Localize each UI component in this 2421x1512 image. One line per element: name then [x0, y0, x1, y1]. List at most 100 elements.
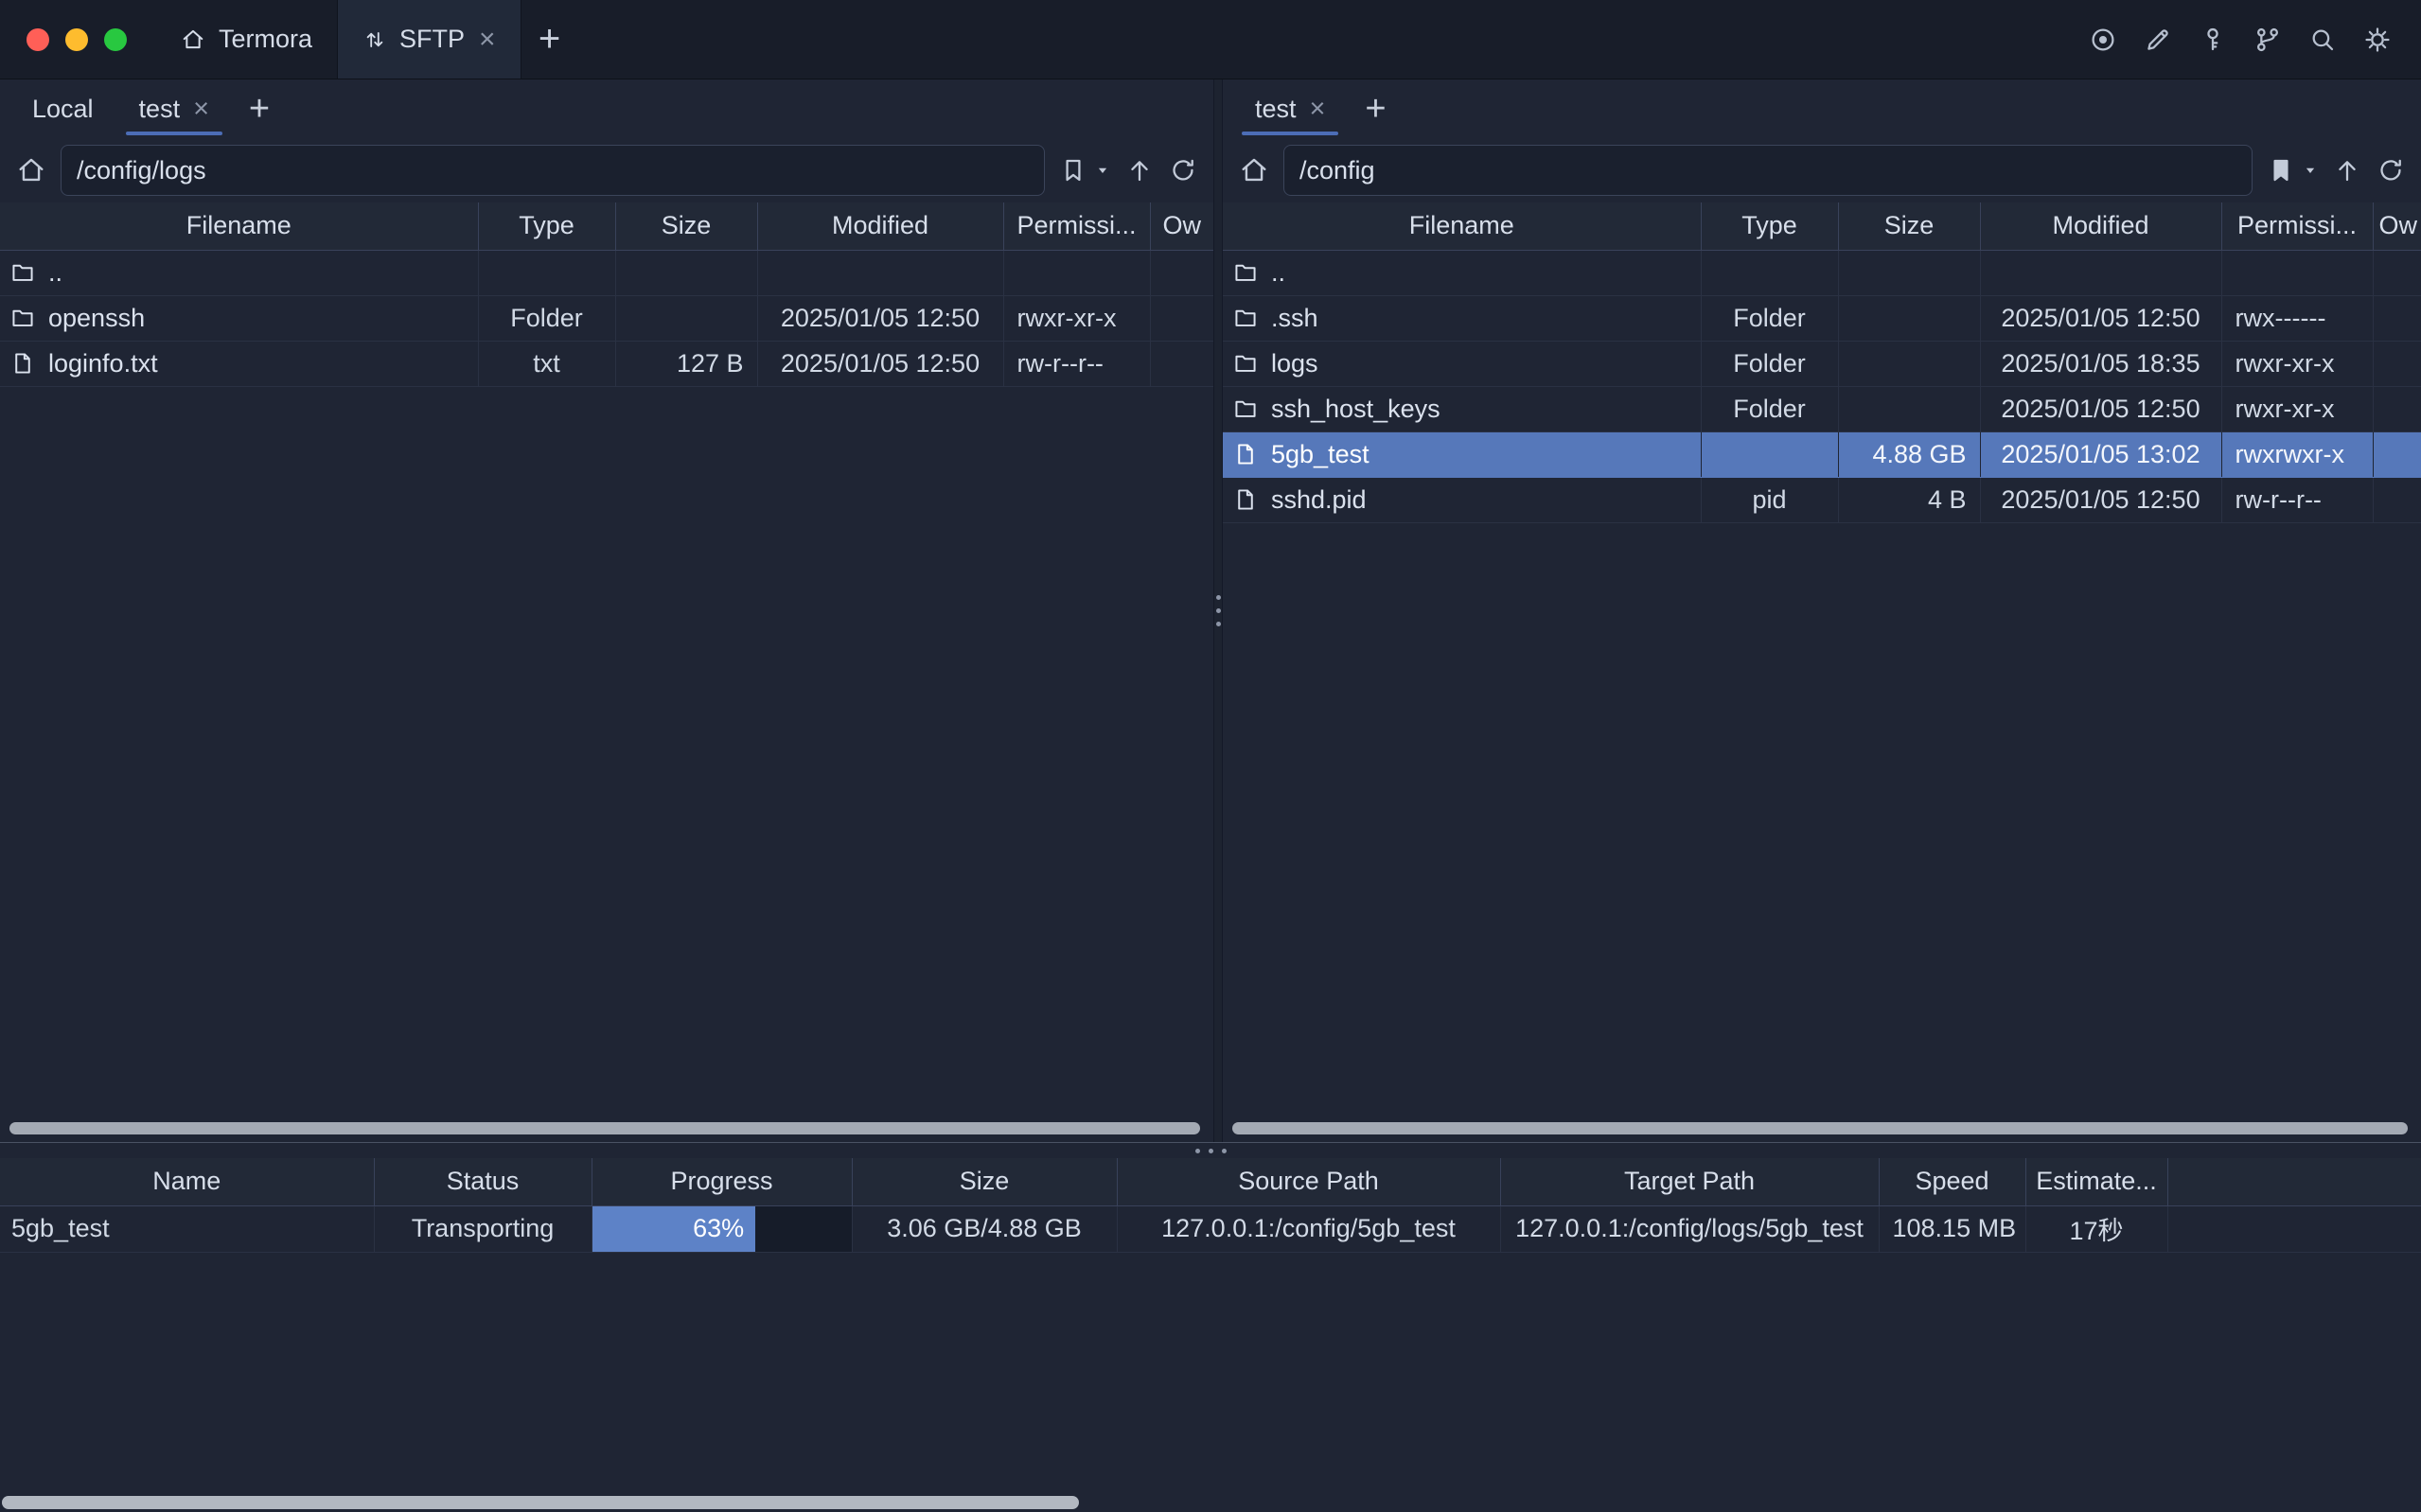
home-icon — [15, 154, 47, 186]
file-owner — [2373, 386, 2421, 431]
tab-termora-label: Termora — [219, 25, 312, 54]
column-header[interactable] — [2167, 1158, 2421, 1205]
tab-sftp[interactable]: SFTP × — [337, 0, 521, 79]
column-header[interactable]: Permissi... — [2221, 202, 2373, 250]
tab-test-left[interactable]: test × — [116, 79, 232, 138]
column-header[interactable]: Type — [1701, 202, 1838, 250]
folder-icon — [9, 305, 36, 331]
horizontal-scrollbar[interactable] — [9, 1122, 1200, 1134]
file-row[interactable]: loginfo.txt txt 127 B 2025/01/05 12:50 r… — [0, 341, 1213, 386]
column-header[interactable]: Filename — [1223, 202, 1701, 250]
column-header[interactable]: Status — [374, 1158, 592, 1205]
transfer-row[interactable]: 5gb_test Transporting 63% 3.06 GB/4.88 G… — [0, 1205, 2421, 1252]
column-header[interactable]: Ow — [2373, 202, 2421, 250]
home-button[interactable] — [15, 154, 47, 186]
bookmark-button[interactable] — [1058, 155, 1088, 185]
file-row[interactable]: .. — [0, 250, 1213, 295]
file-modified: 2025/01/05 12:50 — [757, 341, 1003, 386]
search-icon[interactable] — [2306, 23, 2340, 57]
edit-icon[interactable] — [2141, 23, 2175, 57]
column-header[interactable]: Permissi... — [1003, 202, 1150, 250]
filename: .ssh — [1271, 304, 1318, 333]
file-permissions: rwx------ — [2221, 295, 2373, 341]
add-tab-button[interactable]: + — [1348, 79, 1403, 138]
file-owner — [1150, 295, 1213, 341]
file-row[interactable]: .. — [1223, 250, 2421, 295]
filename: .. — [48, 258, 62, 288]
settings-icon[interactable] — [2360, 23, 2394, 57]
column-header[interactable]: Target Path — [1500, 1158, 1879, 1205]
column-header[interactable]: Estimate... — [2025, 1158, 2167, 1205]
column-header[interactable]: Speed — [1879, 1158, 2025, 1205]
bookmark-dropdown-button[interactable] — [2302, 162, 2319, 179]
column-header[interactable]: Type — [478, 202, 615, 250]
refresh-icon — [1168, 155, 1198, 185]
file-row[interactable]: .ssh Folder 2025/01/05 12:50 rwx------ — [1223, 295, 2421, 341]
close-icon[interactable]: × — [193, 94, 209, 125]
tab-termora[interactable]: Termora — [155, 0, 337, 79]
file-modified: 2025/01/05 18:35 — [1980, 341, 2221, 386]
path-input[interactable] — [61, 145, 1045, 196]
column-header[interactable]: Size — [1838, 202, 1980, 250]
column-header[interactable]: Ow — [1150, 202, 1213, 250]
add-tab-button[interactable]: + — [232, 79, 287, 138]
grip-dot — [1222, 1149, 1227, 1153]
chevron-down-icon — [2302, 162, 2319, 179]
file-owner — [2373, 431, 2421, 477]
file-row[interactable]: sshd.pid pid 4 B 2025/01/05 12:50 rw-r--… — [1223, 477, 2421, 522]
file-row[interactable]: logs Folder 2025/01/05 18:35 rwxr-xr-x — [1223, 341, 2421, 386]
zoom-window-button[interactable] — [104, 28, 127, 51]
file-row[interactable]: 5gb_test 4.88 GB 2025/01/05 13:02 rwxrwx… — [1223, 431, 2421, 477]
column-header[interactable]: Modified — [1980, 202, 2221, 250]
key-icon[interactable] — [2196, 23, 2230, 57]
transfer-filler-cell — [2167, 1205, 2421, 1252]
filename: logs — [1271, 349, 1318, 378]
left-file-pane: Local test × + — [0, 79, 1213, 1142]
horizontal-splitter[interactable] — [0, 1143, 2421, 1158]
bookmark-button[interactable] — [2266, 155, 2296, 185]
transfer-arrows-icon — [362, 27, 387, 52]
horizontal-scrollbar[interactable] — [2, 1496, 1079, 1509]
refresh-button[interactable] — [2376, 155, 2406, 185]
column-header[interactable]: Filename — [0, 202, 478, 250]
transfer-source-path: 127.0.0.1:/config/5gb_test — [1117, 1205, 1500, 1252]
titlebar-actions — [2086, 0, 2421, 79]
tab-local[interactable]: Local — [9, 79, 116, 138]
close-window-button[interactable] — [27, 28, 49, 51]
new-tab-button[interactable]: + — [521, 0, 578, 79]
git-branch-icon[interactable] — [2251, 23, 2285, 57]
path-input[interactable] — [1283, 145, 2253, 196]
file-size — [1838, 341, 1980, 386]
filename: 5gb_test — [1271, 440, 1370, 469]
arrow-up-icon — [1124, 155, 1155, 185]
file-row[interactable]: openssh Folder 2025/01/05 12:50 rwxr-xr-… — [0, 295, 1213, 341]
file-icon — [1232, 486, 1259, 513]
file-modified: 2025/01/05 12:50 — [1980, 295, 2221, 341]
transfer-table-header-row: NameStatusProgressSizeSource PathTarget … — [0, 1158, 2421, 1205]
column-header[interactable]: Source Path — [1117, 1158, 1500, 1205]
close-icon[interactable]: × — [1310, 94, 1326, 125]
column-header[interactable]: Progress — [592, 1158, 852, 1205]
file-row[interactable]: ssh_host_keys Folder 2025/01/05 12:50 rw… — [1223, 386, 2421, 431]
column-header[interactable]: Name — [0, 1158, 374, 1205]
filename: ssh_host_keys — [1271, 395, 1440, 424]
tab-test-right[interactable]: test × — [1232, 79, 1348, 138]
minimize-window-button[interactable] — [65, 28, 88, 51]
file-modified — [757, 250, 1003, 295]
horizontal-scrollbar[interactable] — [1232, 1122, 2408, 1134]
record-icon[interactable] — [2086, 23, 2120, 57]
parent-directory-button[interactable] — [1124, 155, 1155, 185]
tab-sftp-label: SFTP — [399, 25, 465, 54]
parent-directory-button[interactable] — [2332, 155, 2362, 185]
bookmark-dropdown-button[interactable] — [1094, 162, 1111, 179]
column-header[interactable]: Size — [615, 202, 757, 250]
column-header[interactable]: Size — [852, 1158, 1117, 1205]
refresh-button[interactable] — [1168, 155, 1198, 185]
vertical-splitter[interactable] — [1213, 79, 1223, 1142]
column-header[interactable]: Modified — [757, 202, 1003, 250]
close-icon[interactable]: × — [479, 24, 496, 56]
transfer-speed: 108.15 MB — [1879, 1205, 2025, 1252]
home-icon — [1238, 154, 1270, 186]
file-modified: 2025/01/05 13:02 — [1980, 431, 2221, 477]
home-button[interactable] — [1238, 154, 1270, 186]
